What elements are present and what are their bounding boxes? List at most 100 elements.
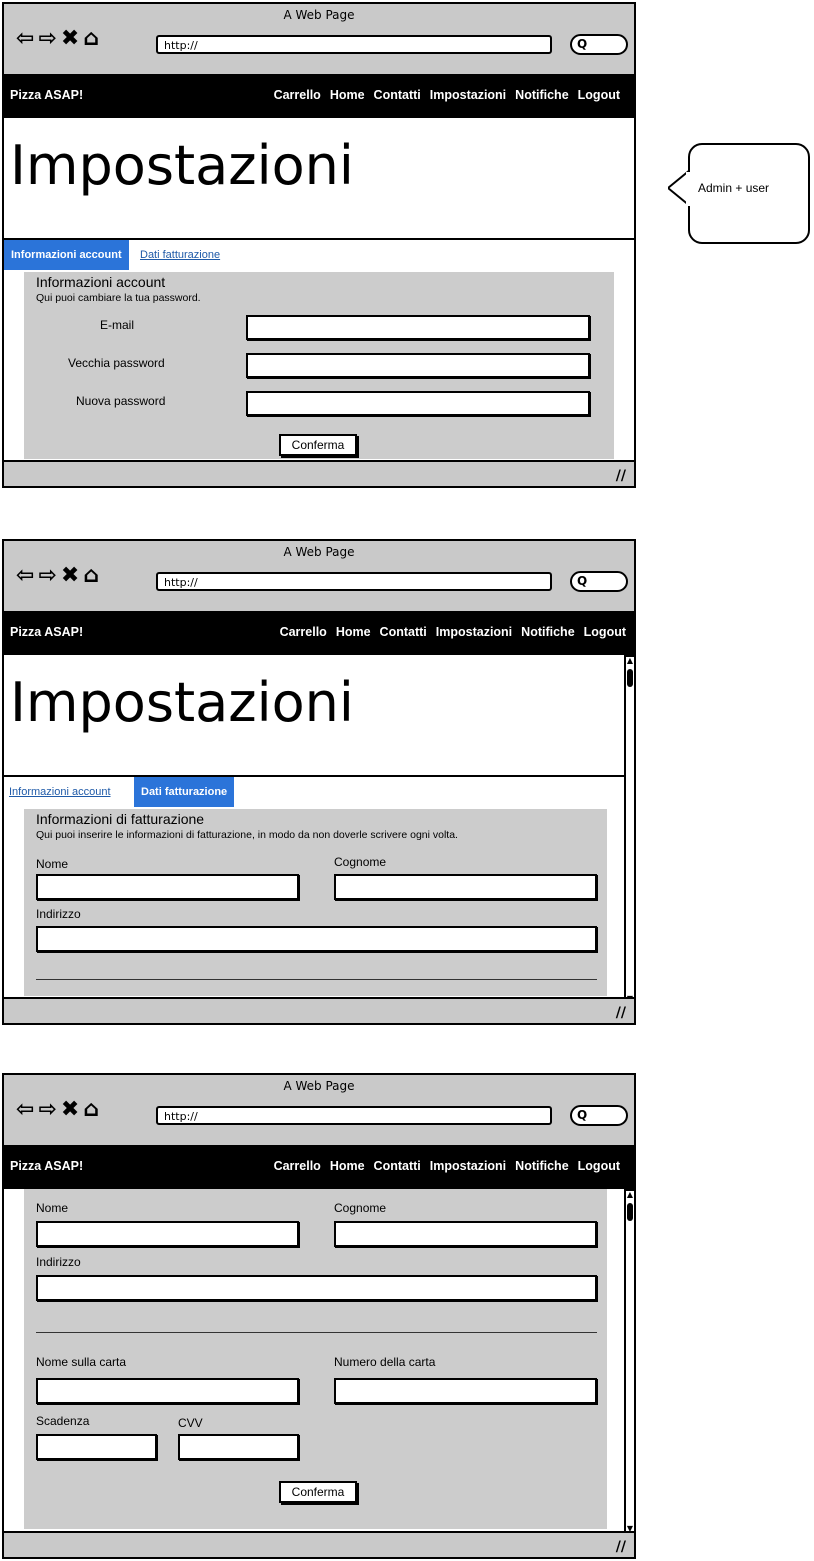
brand-logo[interactable]: Pizza ASAP! <box>10 1159 83 1173</box>
callout-text: Admin + user <box>698 181 770 195</box>
resize-grip-icon[interactable]: // <box>616 468 626 484</box>
account-panel: Informazioni account Qui puoi cambiare l… <box>24 272 614 459</box>
old-password-field[interactable] <box>246 353 590 378</box>
nav-impostazioni[interactable]: Impostazioni <box>430 1159 506 1173</box>
nav-carrello[interactable]: Carrello <box>274 88 321 102</box>
panel-title: Informazioni di fatturazione <box>36 811 205 827</box>
nav-logout[interactable]: Logout <box>578 1159 620 1173</box>
email-field[interactable] <box>246 315 590 340</box>
search-icon: Q <box>577 1108 588 1122</box>
address-label: Indirizzo <box>36 907 81 921</box>
search-icon: Q <box>577 574 588 588</box>
first-name-field[interactable] <box>36 1221 299 1247</box>
first-name-field[interactable] <box>36 874 299 900</box>
cvv-field[interactable] <box>178 1434 299 1460</box>
old-password-label: Vecchia password <box>68 356 165 370</box>
browser-window-billing-scrolled: A Web Page ⇦⇨✖⌂ http:// Q Pizza ASAP! Ca… <box>2 1073 636 1559</box>
scroll-up-icon[interactable]: ▲ <box>626 1191 634 1199</box>
confirm-button[interactable]: Conferma <box>279 1481 357 1503</box>
vertical-scrollbar[interactable]: ▲ ▼ <box>624 1189 636 1535</box>
last-name-label: Cognome <box>334 855 387 869</box>
last-name-field[interactable] <box>334 1221 597 1247</box>
address-label: Indirizzo <box>36 1255 81 1269</box>
section-divider <box>36 1332 597 1333</box>
annotation-callout: Admin + user <box>688 143 810 244</box>
brand-logo[interactable]: Pizza ASAP! <box>10 625 83 639</box>
status-bar: // <box>4 460 634 486</box>
address-field[interactable] <box>36 926 597 952</box>
window-title: A Web Page <box>283 1079 355 1093</box>
card-name-field[interactable] <box>36 1378 299 1404</box>
tab-account[interactable]: Informazioni account <box>9 786 111 798</box>
resize-grip-icon[interactable]: // <box>616 1005 626 1021</box>
scroll-thumb[interactable] <box>627 1203 633 1221</box>
nav-notifiche[interactable]: Notifiche <box>515 1159 568 1173</box>
nav-links: Carrello Home Contatti Impostazioni Notifich… <box>265 1159 620 1173</box>
url-bar[interactable]: http:// <box>156 35 552 54</box>
address-field[interactable] <box>36 1275 597 1301</box>
nav-notifiche[interactable]: Notifiche <box>515 88 568 102</box>
scroll-up-icon[interactable]: ▲ <box>626 657 634 665</box>
resize-grip-icon[interactable]: // <box>616 1539 626 1555</box>
expiry-field[interactable] <box>36 1434 157 1460</box>
nav-impostazioni[interactable]: Impostazioni <box>430 88 506 102</box>
nav-contatti[interactable]: Contatti <box>380 625 427 639</box>
panel-title: Informazioni account <box>36 274 166 290</box>
new-password-field[interactable] <box>246 391 590 416</box>
browser-window-billing: A Web Page ⇦⇨✖⌂ http:// Q Pizza ASAP! Ca… <box>2 539 636 1025</box>
nav-links: Carrello Home Contatti Impostazioni Notifich… <box>265 88 620 102</box>
browser-nav-icons[interactable]: ⇦⇨✖⌂ <box>16 1097 103 1122</box>
status-bar: // <box>4 997 634 1023</box>
brand-logo[interactable]: Pizza ASAP! <box>10 88 83 102</box>
url-bar[interactable]: http:// <box>156 572 552 591</box>
url-bar[interactable]: http:// <box>156 1106 552 1125</box>
panel-subtitle: Qui puoi cambiare la tua password. <box>36 292 201 304</box>
card-number-field[interactable] <box>334 1378 597 1404</box>
nav-home[interactable]: Home <box>336 625 371 639</box>
panel-subtitle: Qui puoi inserire le informazioni di fat… <box>36 829 458 841</box>
first-name-label: Nome <box>36 1201 69 1215</box>
browser-titlebar: A Web Page ⇦⇨✖⌂ http:// Q <box>4 541 634 613</box>
vertical-scrollbar[interactable]: ▲ ▼ <box>624 655 636 1005</box>
browser-search[interactable]: Q <box>570 571 628 592</box>
nav-notifiche[interactable]: Notifiche <box>521 625 574 639</box>
browser-nav-icons[interactable]: ⇦⇨✖⌂ <box>16 26 103 51</box>
site-navbar: Pizza ASAP! Carrello Home Contatti Impostaz… <box>4 76 634 118</box>
tab-billing[interactable]: Dati fatturazione <box>134 777 235 807</box>
heading-divider <box>4 775 624 777</box>
nav-home[interactable]: Home <box>330 88 365 102</box>
browser-search[interactable]: Q <box>570 34 628 55</box>
last-name-field[interactable] <box>334 874 597 900</box>
nav-carrello[interactable]: Carrello <box>280 625 327 639</box>
page-heading: Impostazioni <box>10 671 354 734</box>
page-heading: Impostazioni <box>10 134 354 197</box>
scroll-thumb[interactable] <box>627 669 633 687</box>
nav-impostazioni[interactable]: Impostazioni <box>436 625 512 639</box>
browser-titlebar: A Web Page ⇦⇨✖⌂ http:// Q <box>4 1075 634 1147</box>
nav-home[interactable]: Home <box>330 1159 365 1173</box>
billing-panel: Nome Cognome Indirizzo Nome sulla carta … <box>24 1189 607 1529</box>
site-navbar: Pizza ASAP! Carrello Home Contatti Impostaz… <box>4 613 634 655</box>
section-divider <box>36 979 597 980</box>
expiry-label: Scadenza <box>36 1414 90 1428</box>
confirm-button[interactable]: Conferma <box>279 434 357 456</box>
nav-links: Carrello Home Contatti Impostazioni Notifich… <box>271 625 626 639</box>
nav-logout[interactable]: Logout <box>578 88 620 102</box>
nav-logout[interactable]: Logout <box>584 625 626 639</box>
callout-pointer-mask <box>686 172 692 206</box>
browser-nav-icons[interactable]: ⇦⇨✖⌂ <box>16 563 103 588</box>
site-navbar: Pizza ASAP! Carrello Home Contatti Impostaz… <box>4 1147 634 1189</box>
last-name-label: Cognome <box>334 1201 387 1215</box>
email-label: E-mail <box>100 318 135 332</box>
billing-panel: Informazioni di fatturazione Qui puoi in… <box>24 809 607 996</box>
nav-contatti[interactable]: Contatti <box>374 88 421 102</box>
window-title: A Web Page <box>283 545 355 559</box>
browser-search[interactable]: Q <box>570 1105 628 1126</box>
nav-contatti[interactable]: Contatti <box>374 1159 421 1173</box>
nav-carrello[interactable]: Carrello <box>274 1159 321 1173</box>
browser-titlebar: A Web Page ⇦⇨✖⌂ http:// Q <box>4 4 634 76</box>
card-number-label: Numero della carta <box>334 1355 436 1369</box>
tab-billing[interactable]: Dati fatturazione <box>140 249 220 261</box>
browser-window-account: A Web Page ⇦⇨✖⌂ http:// Q Pizza ASAP! Ca… <box>2 2 636 488</box>
tab-account[interactable]: Informazioni account <box>4 240 129 270</box>
